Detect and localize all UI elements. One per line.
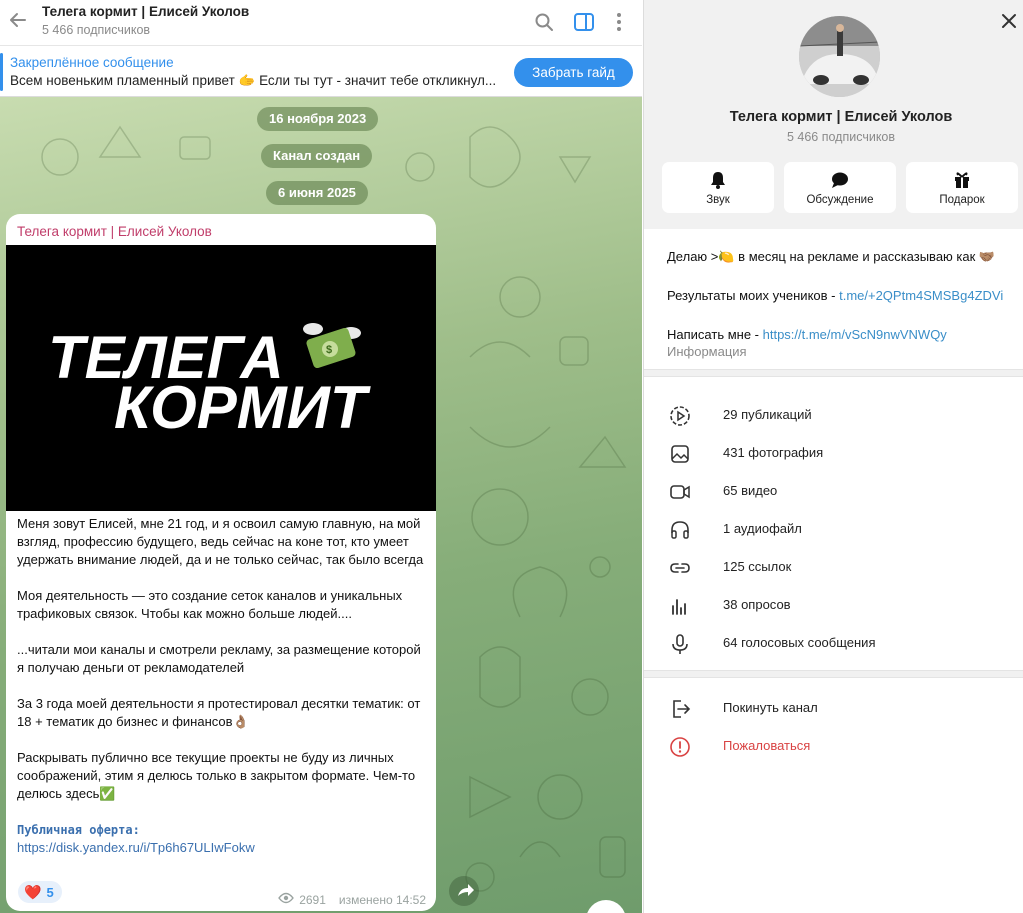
share-button[interactable] xyxy=(449,876,479,906)
media-row-voice[interactable]: 64 голосовых сообщения xyxy=(644,624,1023,662)
section-divider xyxy=(644,369,1023,377)
chat-pane: Телега кормит | Елисей Уколов 5 466 подп… xyxy=(0,0,642,913)
pinned-message[interactable]: Закреплённое сообщение Всем новеньким пл… xyxy=(0,47,642,97)
leave-label: Покинуть канал xyxy=(723,700,818,715)
media-label: 65 видео xyxy=(723,483,778,498)
media-label: 38 опросов xyxy=(723,597,791,612)
reaction-count: 5 xyxy=(46,884,54,900)
post-author[interactable]: Телега кормит | Елисей Уколов xyxy=(17,224,212,239)
bell-icon xyxy=(711,172,725,189)
gift-label: Подарок xyxy=(939,194,985,206)
chat-bubble-icon xyxy=(832,172,848,188)
posts-icon xyxy=(670,406,690,426)
report-label: Пожаловаться xyxy=(723,738,811,753)
get-guide-button[interactable]: Забрать гайд xyxy=(514,58,633,87)
profile-subscribers: 5 466 подписчиков xyxy=(786,130,896,144)
students-results-link[interactable]: t.me/+2QPtm4SMSBg4ZDVi xyxy=(839,288,1003,303)
offer-label: Публичная оферта: xyxy=(17,823,140,837)
photo-icon xyxy=(671,445,689,463)
about-line: Написать мне - https://t.me/m/vScN9nwVNW… xyxy=(667,326,1021,344)
post-paragraph: Моя деятельность — это создание сеток ка… xyxy=(17,588,403,621)
media-label: 1 аудиофайл xyxy=(723,521,802,536)
offer-link[interactable]: https://disk.yandex.ru/i/Tp6h67ULIwFokw xyxy=(17,839,427,857)
media-row-polls[interactable]: 38 опросов xyxy=(644,586,1023,624)
pinned-accent-bar xyxy=(0,53,3,91)
link-icon xyxy=(670,563,690,573)
post-image[interactable]: ТЕЛЕГА КОРМИТ $ xyxy=(6,245,436,511)
microphone-icon xyxy=(672,634,688,654)
more-vertical-icon[interactable] xyxy=(607,10,631,34)
heart-icon: ❤️ xyxy=(24,883,42,900)
post-paragraph: Раскрывать публично все текущие проекты … xyxy=(17,750,416,801)
info-caption: Информация xyxy=(667,344,747,359)
share-arrow-icon xyxy=(458,884,474,896)
post-text: Меня зовут Елисей, мне 21 год, и я освои… xyxy=(17,515,427,857)
mute-label: Звук xyxy=(706,194,730,206)
sidebar-toggle-icon[interactable] xyxy=(572,10,596,34)
profile-header: Телега кормит | Елисей Уколов 5 466 подп… xyxy=(644,0,1023,229)
media-row-audio[interactable]: 1 аудиофайл xyxy=(644,510,1023,548)
date-separator: 6 июня 2025 xyxy=(266,181,368,205)
media-row-links[interactable]: 125 ссылок xyxy=(644,548,1023,586)
chat-title[interactable]: Телега кормит | Елисей Уколов xyxy=(42,4,249,19)
media-label: 64 голосовых сообщения xyxy=(723,635,876,650)
gift-button[interactable]: Подарок xyxy=(906,162,1018,213)
about-text: Написать мне - xyxy=(667,327,763,342)
post-meta: 2691 изменено 14:52 xyxy=(278,892,426,907)
channel-post: Телега кормит | Елисей Уколов ТЕЛЕГА КОР… xyxy=(6,214,436,911)
discussion-button[interactable]: Обсуждение xyxy=(784,162,896,213)
reaction-heart[interactable]: ❤️ 5 xyxy=(18,881,62,903)
media-row-videos[interactable]: 65 видео xyxy=(644,472,1023,510)
mute-button[interactable]: Звук xyxy=(662,162,774,213)
chat-subscribers: 5 466 подписчиков xyxy=(42,23,151,37)
avatar[interactable] xyxy=(799,16,880,97)
date-separator: 16 ноября 2023 xyxy=(257,107,379,131)
svg-text:$: $ xyxy=(326,344,332,356)
edited-time: изменено 14:52 xyxy=(338,892,426,907)
chat-header: Телега кормит | Елисей Уколов 5 466 подп… xyxy=(0,0,642,46)
close-icon[interactable] xyxy=(998,10,1020,32)
search-icon[interactable] xyxy=(532,10,556,34)
channel-info-panel: Телега кормит | Елисей Уколов 5 466 подп… xyxy=(643,0,1023,913)
views-count: 2691 xyxy=(299,892,326,907)
gift-icon xyxy=(955,172,969,188)
about-text: Результаты моих учеников - xyxy=(667,288,840,303)
about-line: Делаю >🍋 в месяц на рекламе и рассказыва… xyxy=(667,249,996,264)
media-label: 431 фотография xyxy=(723,445,824,460)
media-label: 29 публикаций xyxy=(723,407,812,422)
section-divider xyxy=(644,670,1023,678)
report-icon xyxy=(670,737,690,757)
service-message: Канал создан xyxy=(261,144,373,168)
media-label: 125 ссылок xyxy=(723,559,792,574)
pinned-title: Закреплённое сообщение xyxy=(10,55,174,70)
leave-channel-button[interactable]: Покинуть канал xyxy=(644,689,1023,727)
video-icon xyxy=(670,485,690,499)
report-button[interactable]: Пожаловаться xyxy=(644,727,1023,765)
pinned-text: Всем новеньким пламенный привет 🫱 Если т… xyxy=(10,73,497,88)
headphones-icon xyxy=(671,521,689,539)
contact-link[interactable]: https://t.me/m/vScN9nwVNWQy xyxy=(763,327,947,342)
profile-name: Телега кормит | Елисей Уколов xyxy=(729,109,953,125)
post-paragraph: За 3 года моей деятельности я протестиро… xyxy=(17,696,421,729)
views-icon xyxy=(278,892,295,907)
media-row-posts[interactable]: 29 публикаций xyxy=(644,396,1023,434)
leave-icon xyxy=(673,700,691,718)
discussion-label: Обсуждение xyxy=(806,194,874,206)
about-line: Результаты моих учеников - t.me/+2QPtm4S… xyxy=(667,287,1021,305)
back-arrow-icon[interactable] xyxy=(6,8,30,32)
post-paragraph: Меня зовут Елисей, мне 21 год, и я освои… xyxy=(17,516,424,567)
media-row-photos[interactable]: 431 фотография xyxy=(644,434,1023,472)
image-title-line2: КОРМИТ xyxy=(114,374,371,441)
post-paragraph: ...читали мои каналы и смотрели рекламу,… xyxy=(17,642,421,675)
poll-icon xyxy=(672,599,686,615)
